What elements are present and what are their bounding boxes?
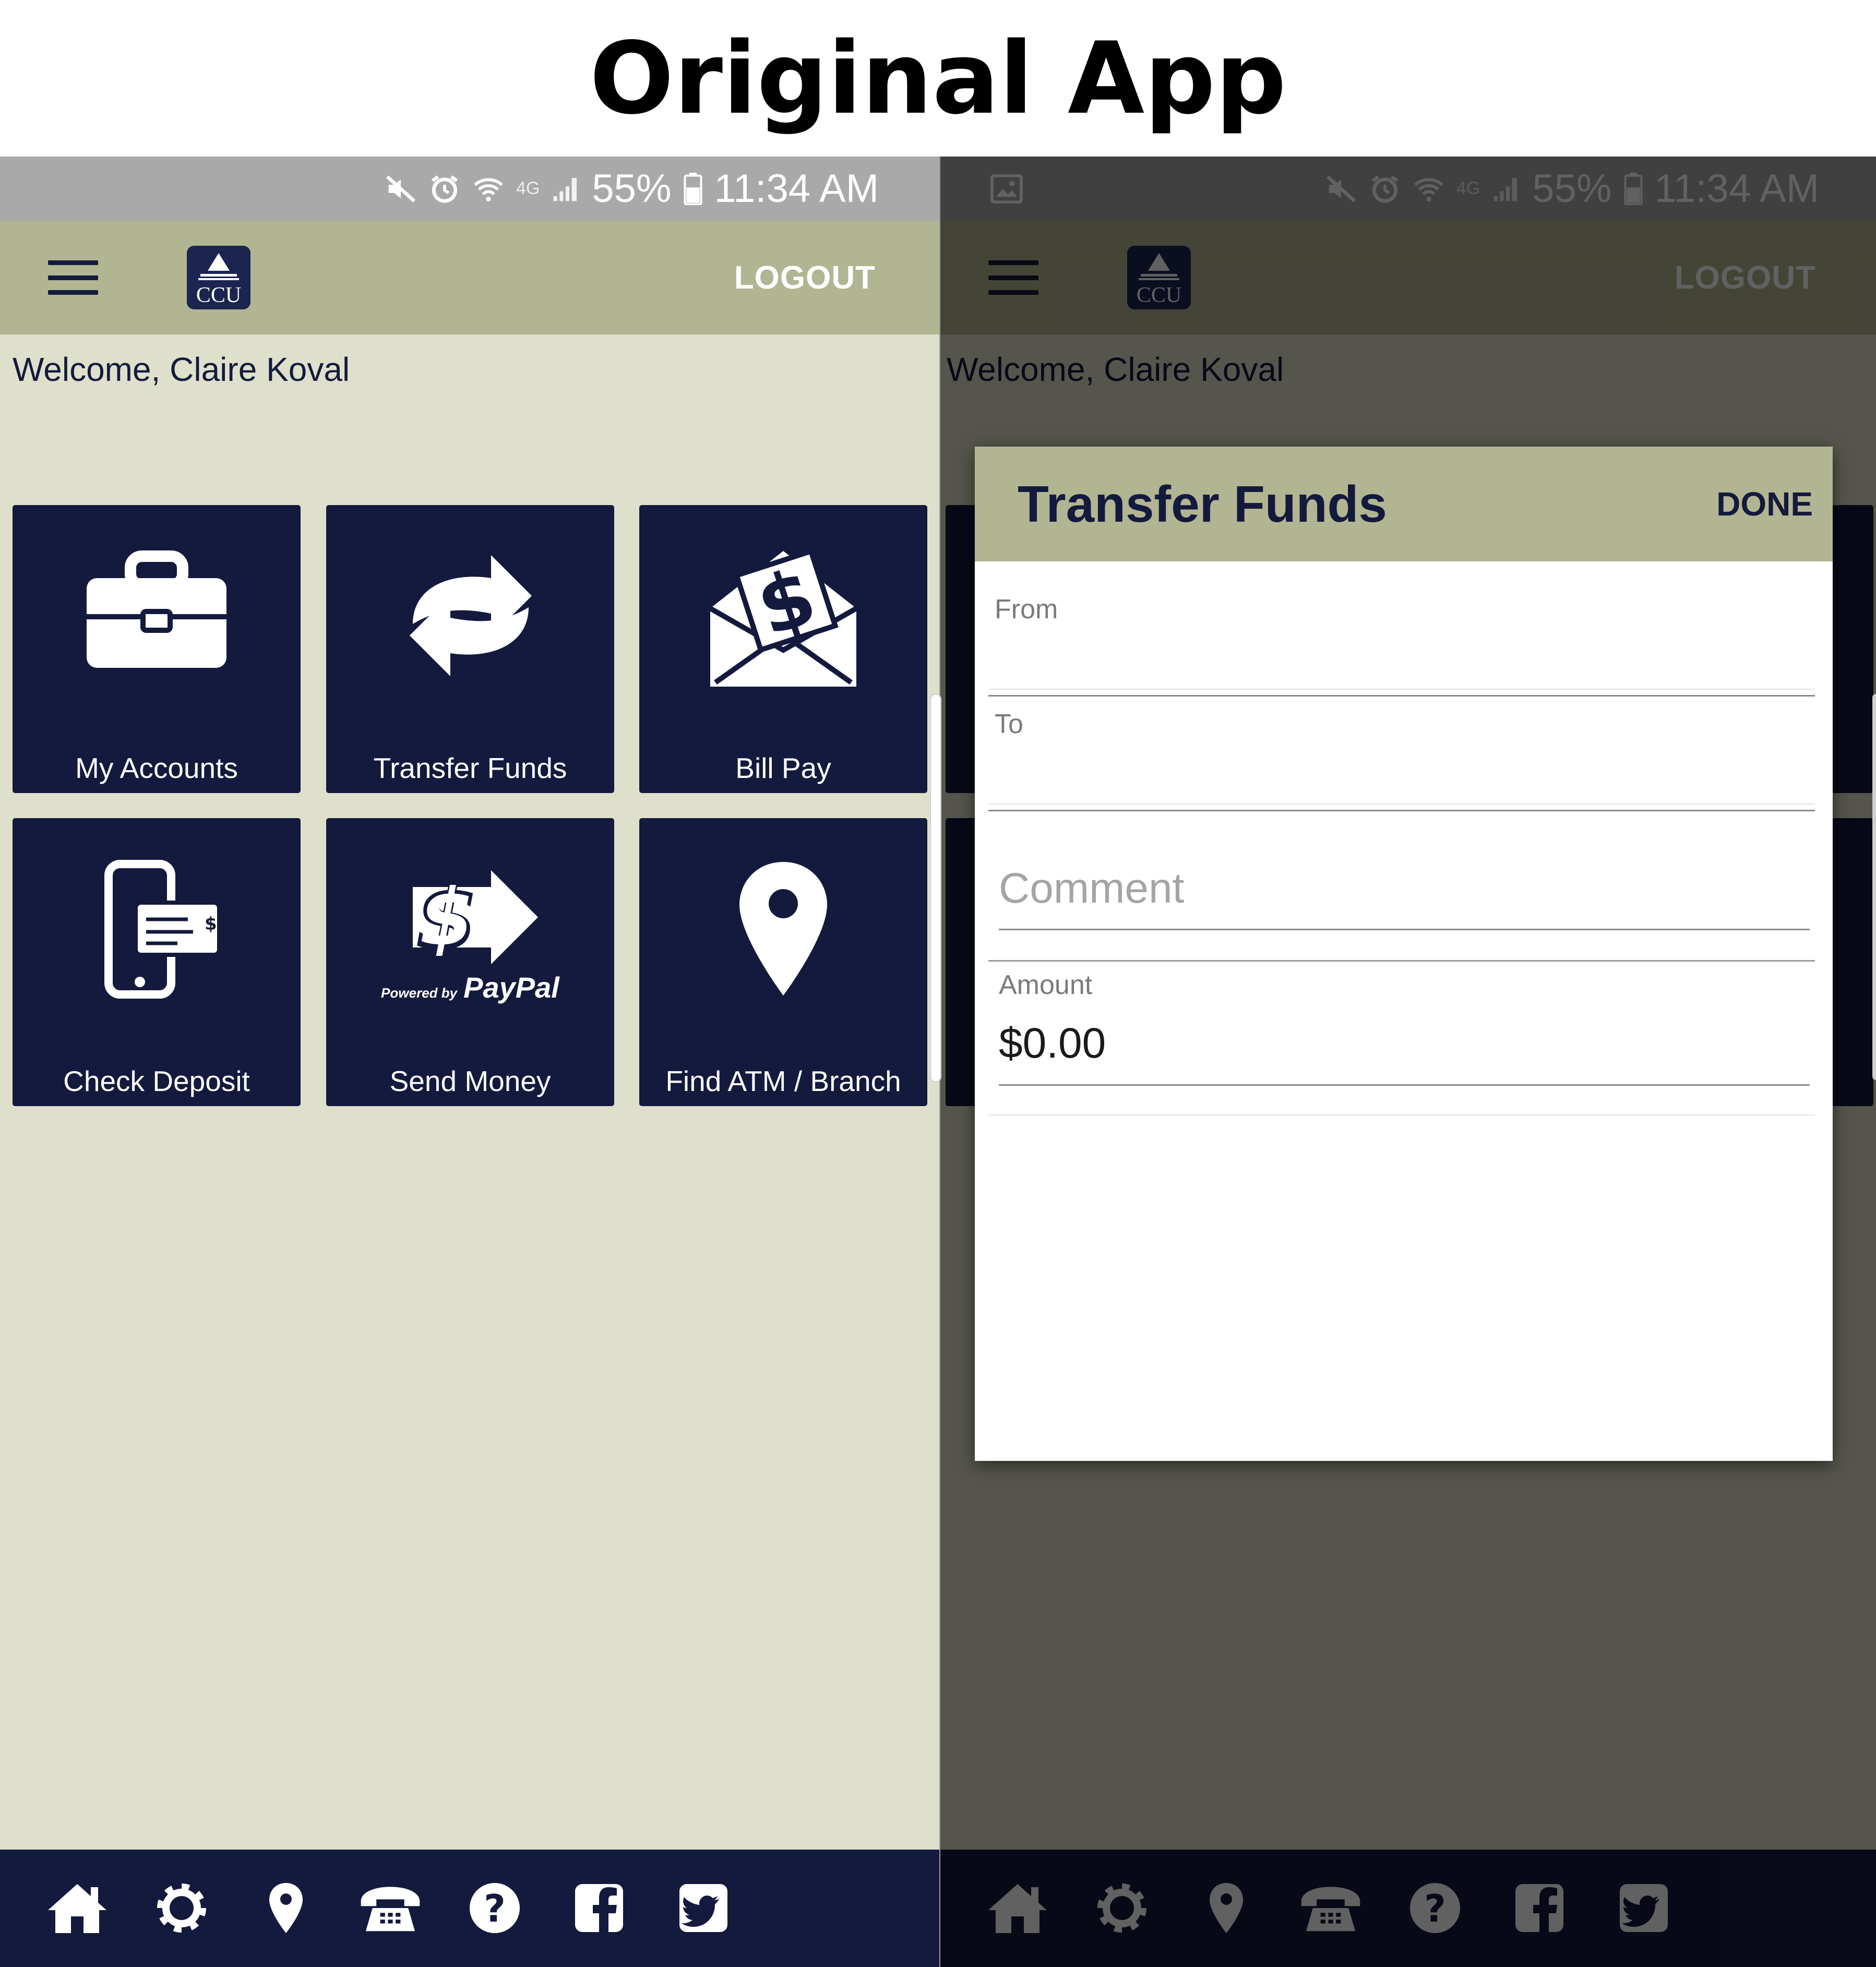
send-money-tile[interactable]: $ $ Powered by PayPal Send Money [326,818,614,1106]
svg-text:?: ? [484,1887,506,1930]
bottom-nav: ? [0,1850,939,1967]
transfer-funds-dialog: Transfer Funds DONE From To Amount [975,447,1833,1461]
map-pin-icon [739,862,827,996]
find-atm-tile[interactable]: Find ATM / Branch [639,818,927,1106]
tile-label: Find ATM / Branch [665,1065,901,1097]
bill-envelope-icon: $ [709,548,858,687]
svg-text:$: $ [205,914,217,934]
ccu-logo: CCU [187,246,250,309]
tile-label: Bill Pay [735,752,831,784]
scroll-indicator [1872,694,1876,1080]
transfer-funds-tile[interactable]: Transfer Funds [326,505,614,793]
from-select[interactable] [988,587,1815,692]
powered-by-label: Powered by [381,985,458,1001]
page-title: Original App [589,20,1287,136]
help-icon[interactable]: ? [463,1881,526,1935]
tile-label: Check Deposit [63,1065,250,1097]
gear-icon[interactable] [150,1881,213,1935]
battery-icon [684,172,702,205]
phone-icon[interactable] [359,1881,422,1935]
done-button[interactable]: DONE [1716,447,1813,561]
paypal-brand: PayPal [463,970,559,1004]
signal-icon [554,177,577,201]
dialog-header: Transfer Funds DONE [975,447,1833,561]
facebook-icon[interactable] [568,1881,630,1935]
home-screen: 4G 55% 11:34 AM CCU LOGOUT Welcome, Clai… [0,157,939,1967]
logo-text: CCU [196,283,241,307]
paypal-send-icon: $$ [413,870,538,969]
location-icon[interactable] [255,1881,317,1935]
alarm-icon [431,175,458,203]
clock: 11:34 AM [714,166,879,211]
hamburger-menu-icon[interactable] [48,260,98,295]
amount-label: Amount [999,970,1093,1000]
amount-input[interactable] [999,1012,1802,1075]
app-header: CCU LOGOUT [0,221,939,334]
transfer-dialog-screen: 4G 55% 11:34 AM CCU LOGOUT Welcome, Clai… [940,157,1876,1967]
briefcase-icon [87,550,226,668]
tile-label: My Accounts [75,752,238,784]
mute-icon [386,175,416,202]
wifi-icon [474,178,503,201]
battery-percent: 55% [592,166,672,211]
welcome-message: Welcome, Claire Koval [13,351,350,388]
phone-check-icon: $ [104,860,221,999]
dialog-title: Transfer Funds [1018,475,1387,533]
my-accounts-tile[interactable]: My Accounts [13,505,301,793]
to-select[interactable] [988,702,1815,807]
comment-input[interactable] [999,860,1802,917]
check-deposit-tile[interactable]: $ Check Deposit [13,818,301,1106]
transfer-arrows-icon [410,555,532,676]
tile-label: Send Money [389,1065,551,1097]
tile-label: Transfer Funds [373,752,567,784]
home-icon[interactable] [46,1881,109,1935]
twitter-icon[interactable] [672,1881,735,1935]
status-bar: 4G 55% 11:34 AM [0,157,939,221]
svg-text:$: $ [420,872,474,963]
scroll-indicator [930,694,941,1082]
logout-button[interactable]: LOGOUT [734,221,876,334]
network-type: 4G [516,178,540,198]
bill-pay-tile[interactable]: $ Bill Pay [639,505,927,793]
